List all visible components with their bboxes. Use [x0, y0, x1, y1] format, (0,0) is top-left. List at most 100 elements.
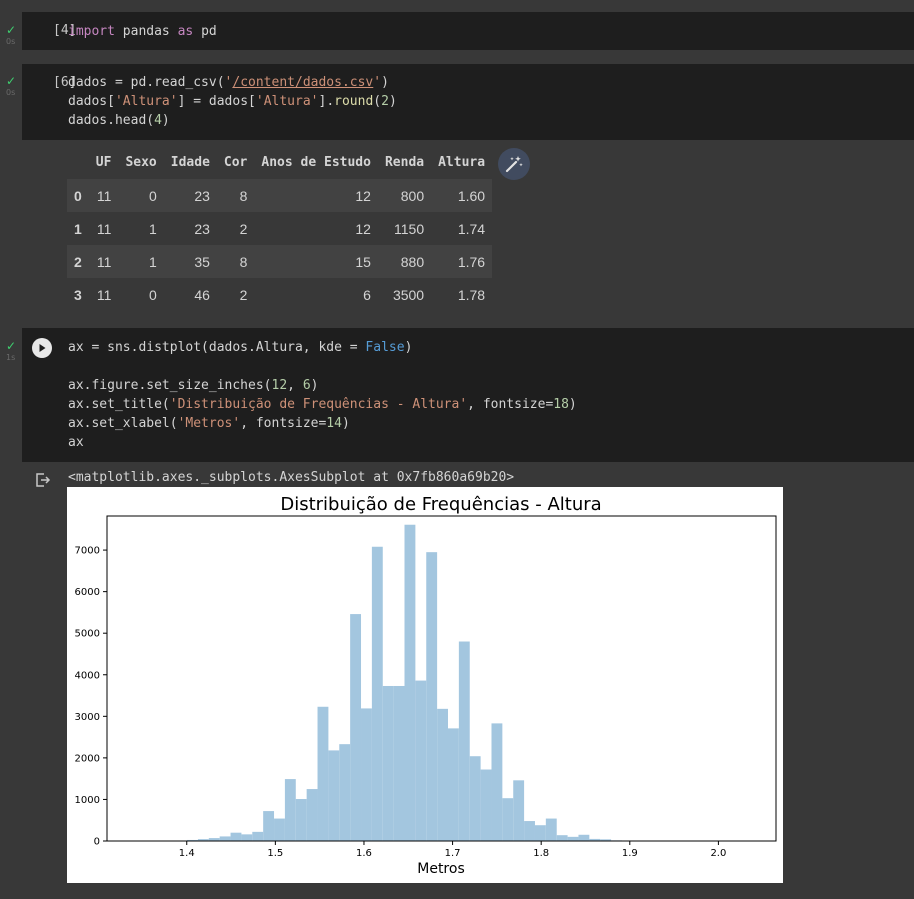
table-cell: 23: [194, 187, 210, 204]
table-header-row: UF Sexo Idade Cor Anos de Estudo Renda A…: [67, 146, 492, 179]
histogram-bar: [284, 779, 296, 841]
output-text: <matplotlib.axes._subplots.AxesSubplot a…: [68, 470, 515, 485]
code-line: dados = pd.read_csv('/content/dados.csv'…: [68, 75, 389, 90]
column-header: Altura: [438, 155, 486, 170]
table-cell: 12: [355, 220, 371, 237]
histogram-bar: [306, 789, 318, 841]
code-line: ax.set_title('Distribuição de Frequência…: [68, 397, 577, 412]
column-header: Cor: [223, 155, 248, 170]
histogram-bar: [491, 723, 503, 841]
table-cell: 35: [194, 253, 210, 270]
x-axis-label: Metros: [417, 861, 465, 877]
x-tick-label: 2.0: [710, 848, 726, 859]
code-line: dados['Altura'] = dados['Altura'].round(…: [68, 94, 397, 109]
play-icon: [39, 344, 46, 352]
table-cell: 11: [96, 286, 112, 303]
histogram-bar: [328, 750, 340, 841]
histogram-plot: Distribuição de Frequências - Altura Met…: [67, 487, 783, 883]
table-row: 2 11 1 35 8 15 880 1.76: [67, 245, 493, 278]
table-cell: 6: [363, 286, 371, 303]
histogram-bar: [513, 780, 525, 841]
y-tick-label: 2000: [75, 753, 100, 764]
exec-time: 0s: [6, 37, 16, 46]
table-cell: 15: [355, 253, 371, 270]
y-tick-label: 0: [94, 837, 100, 848]
table-cell: 1.60: [457, 187, 486, 204]
table-row: 0 11 0 23 8 12 800 1.60: [67, 179, 493, 212]
table-cell: 1: [148, 220, 157, 237]
histogram-bar: [480, 769, 492, 841]
table-cell: 800: [400, 187, 425, 204]
histogram-bar: [350, 614, 362, 841]
row-index: 0: [74, 187, 82, 204]
run-cell-button[interactable]: [32, 338, 52, 358]
histogram-bar: [426, 552, 438, 841]
y-tick-label: 3000: [75, 712, 100, 723]
histogram-bar: [458, 641, 470, 841]
code-line: ax = sns.distplot(dados.Altura, kde = Fa…: [68, 340, 413, 355]
y-tick-label: 6000: [75, 587, 100, 598]
row-index: 2: [74, 253, 82, 270]
histogram-bar: [317, 706, 329, 841]
row-index: 1: [74, 220, 82, 237]
histogram-bar: [295, 799, 307, 841]
x-tick-label: 1.4: [179, 848, 195, 859]
table-cell: 3500: [392, 286, 425, 303]
output-menu-button[interactable]: [35, 472, 51, 492]
dataframe-table: UF Sexo Idade Cor Anos de Estudo Renda A…: [67, 146, 493, 311]
table-cell: 23: [194, 220, 210, 237]
histogram-bar: [241, 834, 253, 841]
table-cell: 0: [148, 187, 157, 204]
table-cell: 11: [96, 187, 112, 204]
y-tick-label: 4000: [75, 670, 100, 681]
x-tick-label: 1.7: [445, 848, 461, 859]
magic-wand-button[interactable]: [498, 148, 530, 180]
output-icon: [36, 473, 51, 487]
table-cell: 2: [239, 286, 248, 303]
column-header: UF: [95, 155, 112, 170]
table-cell: 8: [239, 187, 248, 204]
histogram-bar: [382, 685, 394, 841]
code-line: dados.head(4): [68, 113, 170, 128]
histogram-bar: [545, 818, 557, 841]
table-row: 3 11 0 46 2 6 3500 1.78: [67, 278, 492, 311]
check-icon: ✓: [6, 23, 17, 37]
table-cell: 1.74: [457, 220, 486, 237]
histogram-bar: [404, 524, 416, 841]
histogram-bar: [534, 825, 546, 841]
x-tick-label: 1.9: [622, 848, 638, 859]
y-tick-label: 5000: [75, 629, 100, 640]
histogram-bar: [230, 832, 242, 841]
histogram-bar: [437, 708, 448, 841]
table-cell: 1: [148, 253, 157, 270]
histogram-bar: [556, 835, 568, 841]
histogram-bar: [469, 756, 481, 841]
column-header: Idade: [170, 155, 210, 170]
histogram-bar: [361, 708, 372, 841]
table-cell: 1.78: [457, 286, 486, 303]
histogram-bar: [263, 811, 275, 841]
histogram-bar: [393, 685, 405, 841]
histogram-bar: [578, 834, 590, 841]
table-cell: 1.76: [457, 253, 486, 270]
code-line: ax.figure.set_size_inches(12, 6): [68, 378, 319, 393]
histogram-bar: [415, 680, 427, 841]
histogram-bar: [524, 821, 535, 841]
histogram-bar: [502, 798, 514, 841]
check-icon: ✓: [6, 74, 17, 88]
chart-title: Distribuição de Frequências - Altura: [280, 494, 601, 515]
table-cell: 2: [239, 220, 248, 237]
column-header: Renda: [384, 155, 425, 170]
y-tick-label: 7000: [75, 546, 100, 557]
check-icon: ✓: [6, 339, 17, 353]
exec-time: 0s: [6, 88, 16, 97]
table-cell: 11: [96, 220, 112, 237]
code-line: ax: [68, 435, 84, 450]
column-header: [67, 146, 89, 179]
column-header: Anos de Estudo: [261, 155, 371, 170]
table-cell: 11: [96, 253, 112, 270]
x-tick-label: 1.5: [267, 848, 283, 859]
histogram-bar: [371, 546, 383, 841]
exec-time: 1s: [6, 353, 16, 362]
histogram-bar: [252, 831, 264, 841]
